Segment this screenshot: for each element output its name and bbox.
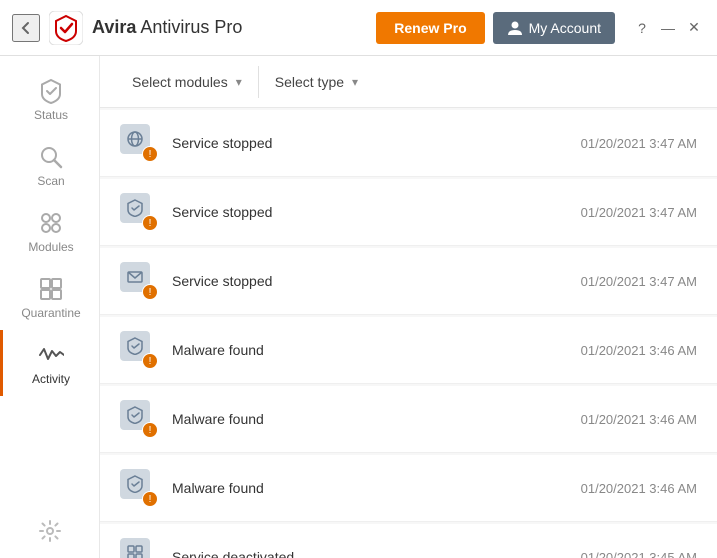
sidebar-item-activity[interactable]: Activity <box>0 330 99 396</box>
sidebar-scan-label: Scan <box>37 174 64 188</box>
activity-icon-wrap: ! <box>120 193 158 231</box>
activity-item-time: 01/20/2021 3:47 AM <box>581 274 697 289</box>
activity-icon-wrap: ! <box>120 400 158 438</box>
modules-icon <box>38 210 64 236</box>
list-item[interactable]: ! Service stopped 01/20/2021 3:47 AM <box>100 179 717 246</box>
type-dropdown-arrow: ▾ <box>352 75 358 89</box>
activity-badge: ! <box>142 146 158 162</box>
window-controls: ? — ✕ <box>631 17 705 39</box>
activity-main-icon <box>120 538 150 558</box>
activity-badge: ! <box>142 422 158 438</box>
activity-item-text: Malware found <box>172 342 567 358</box>
sidebar-activity-label: Activity <box>32 372 70 386</box>
user-icon <box>507 20 523 36</box>
title-bar-left: Avira Antivirus Pro <box>12 10 376 46</box>
sidebar-status-label: Status <box>34 108 68 122</box>
minimize-button[interactable]: — <box>657 17 679 39</box>
help-button[interactable]: ? <box>631 17 653 39</box>
title-bar-right: Renew Pro My Account ? — ✕ <box>376 12 705 44</box>
list-item[interactable]: ! Malware found 01/20/2021 3:46 AM <box>100 386 717 453</box>
activity-list: ! Service stopped 01/20/2021 3:47 AM ! S… <box>100 108 717 558</box>
activity-item-text: Service stopped <box>172 273 567 289</box>
scan-icon <box>38 144 64 170</box>
activity-badge: ! <box>142 491 158 507</box>
activity-item-time: 01/20/2021 3:47 AM <box>581 136 697 151</box>
settings-icon[interactable] <box>39 520 61 548</box>
sidebar-bottom <box>0 510 99 558</box>
filter-bar: Select modules ▾ Select type ▾ <box>100 56 717 108</box>
activity-item-time: 01/20/2021 3:46 AM <box>581 481 697 496</box>
renew-button[interactable]: Renew Pro <box>376 12 484 44</box>
sidebar-quarantine-label: Quarantine <box>21 306 80 320</box>
activity-item-text: Service stopped <box>172 204 567 220</box>
account-button[interactable]: My Account <box>493 12 615 44</box>
status-icon <box>38 78 64 104</box>
modules-dropdown-arrow: ▾ <box>236 75 242 89</box>
sidebar-modules-label: Modules <box>28 240 73 254</box>
activity-item-text: Service stopped <box>172 135 567 151</box>
activity-icon-wrap: ! <box>120 469 158 507</box>
activity-badge: ! <box>142 353 158 369</box>
activity-item-text: Malware found <box>172 480 567 496</box>
sidebar-item-quarantine[interactable]: Quarantine <box>0 264 99 330</box>
activity-icon-wrap: ! <box>120 124 158 162</box>
activity-item-time: 01/20/2021 3:46 AM <box>581 343 697 358</box>
list-item[interactable]: ! Malware found 01/20/2021 3:46 AM <box>100 317 717 384</box>
sidebar-item-scan[interactable]: Scan <box>0 132 99 198</box>
close-button[interactable]: ✕ <box>683 17 705 39</box>
quarantine-icon <box>38 276 64 302</box>
back-button[interactable] <box>12 14 40 42</box>
activity-item-time: 01/20/2021 3:45 AM <box>581 550 697 558</box>
sidebar-item-modules[interactable]: Modules <box>0 198 99 264</box>
activity-item-time: 01/20/2021 3:46 AM <box>581 412 697 427</box>
title-bar: Avira Antivirus Pro Renew Pro My Account… <box>0 0 717 56</box>
list-item[interactable]: ! Malware found 01/20/2021 3:46 AM <box>100 455 717 522</box>
app-title: Avira Antivirus Pro <box>92 17 242 38</box>
activity-badge: ! <box>142 284 158 300</box>
list-item[interactable]: ! Service stopped 01/20/2021 3:47 AM <box>100 110 717 177</box>
activity-icon-wrap: ! <box>120 331 158 369</box>
modules-filter[interactable]: Select modules ▾ <box>116 66 259 98</box>
activity-icon-wrap: ! <box>120 262 158 300</box>
activity-icon <box>38 342 64 368</box>
activity-badge: ! <box>142 215 158 231</box>
sidebar-item-status[interactable]: Status <box>0 66 99 132</box>
content-area: Select modules ▾ Select type ▾ ! Service… <box>100 56 717 558</box>
sidebar: Status Scan Modules <box>0 56 100 558</box>
type-filter[interactable]: Select type ▾ <box>259 66 374 98</box>
activity-item-text: Malware found <box>172 411 567 427</box>
activity-item-text: Service deactivated <box>172 549 567 558</box>
app-logo <box>48 10 84 46</box>
list-item[interactable]: ! Service deactivated 01/20/2021 3:45 AM <box>100 524 717 558</box>
main-layout: Status Scan Modules <box>0 56 717 558</box>
list-item[interactable]: ! Service stopped 01/20/2021 3:47 AM <box>100 248 717 315</box>
activity-icon-wrap: ! <box>120 538 158 558</box>
activity-item-time: 01/20/2021 3:47 AM <box>581 205 697 220</box>
